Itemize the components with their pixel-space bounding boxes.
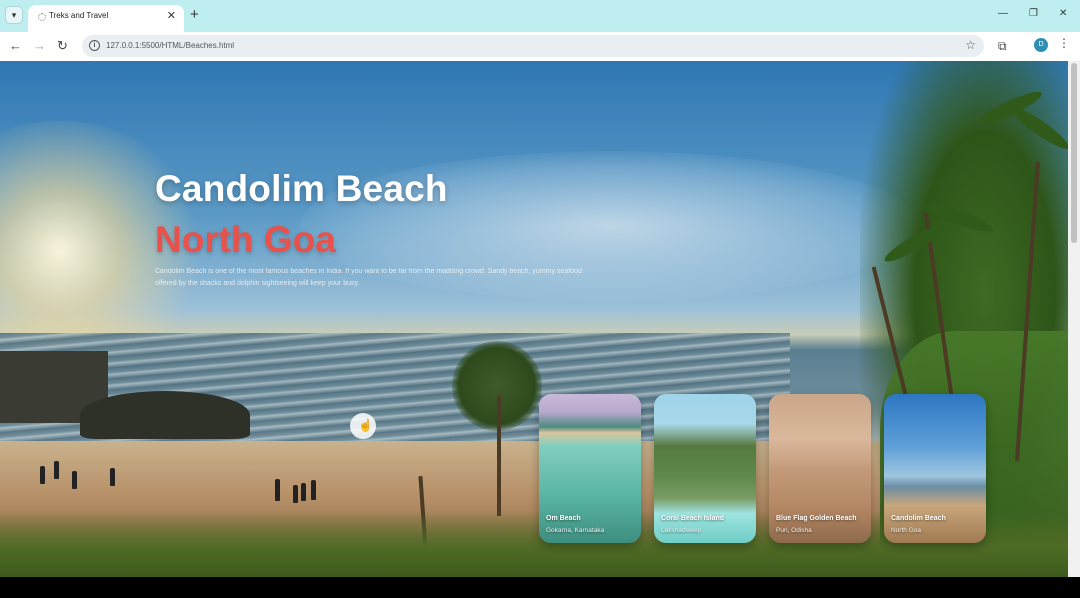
card-location: Gokarna, Karnataka <box>546 527 605 534</box>
page-title: Candolim Beach <box>155 168 448 209</box>
plus-icon[interactable]: + <box>190 6 199 24</box>
back-arrow-icon[interactable]: ← <box>9 38 22 54</box>
address-bar[interactable]: i 127.0.0.1:5500/HTML/Beaches.html ☆ <box>82 35 984 57</box>
hero-description: Candolim Beach is one of the most famous… <box>155 268 582 287</box>
person <box>40 466 45 484</box>
scrollbar-thumb[interactable] <box>1071 63 1077 243</box>
card-title: Candolim Beach <box>891 515 946 522</box>
avatar[interactable]: D <box>1034 38 1048 52</box>
kebab-icon[interactable]: ⋮ <box>1058 36 1070 50</box>
url-text[interactable]: 127.0.0.1:5500/HTML/Beaches.html <box>106 41 234 50</box>
tab-title: Treks and Travel <box>49 11 109 20</box>
browser-toolbar: ← → ↻ i 127.0.0.1:5500/HTML/Beaches.html… <box>0 32 1080 61</box>
info-icon[interactable]: i <box>89 40 100 51</box>
person <box>110 468 115 486</box>
destination-card-coral-beach[interactable]: Coral Beach Island Lakshadweep <box>654 394 756 543</box>
puzzle-icon[interactable]: ⧉ <box>998 39 1007 54</box>
destination-card-golden-beach[interactable]: Blue Flag Golden Beach Puri, Odisha <box>769 394 871 543</box>
person <box>275 479 280 501</box>
window-close-icon[interactable]: ✕ <box>1059 8 1067 19</box>
rocks <box>80 391 250 439</box>
reload-icon[interactable]: ↻ <box>57 38 68 54</box>
person <box>293 485 298 503</box>
tab-favicon-icon <box>38 13 46 21</box>
card-location: Puri, Odisha <box>776 527 812 534</box>
restore-icon[interactable]: ❐ <box>1029 8 1038 19</box>
star-icon[interactable]: ☆ <box>965 38 976 52</box>
close-icon[interactable]: ✕ <box>167 9 176 22</box>
browser-tab-bar: ▾ Treks and Travel ✕ + — ❐ ✕ <box>0 0 1080 32</box>
person <box>54 461 59 479</box>
card-title: Om Beach <box>546 515 581 522</box>
person <box>311 480 316 500</box>
card-title: Blue Flag Golden Beach <box>776 515 857 522</box>
card-location: Lakshadweep <box>661 527 702 534</box>
destination-card-candolim-beach[interactable]: Candolim Beach North Goa <box>884 394 986 543</box>
page-subtitle: North Goa <box>155 219 336 260</box>
person <box>301 483 306 501</box>
pointer-hand-icon: ☝ <box>358 418 373 432</box>
browser-tab[interactable]: Treks and Travel ✕ <box>28 5 184 32</box>
card-title: Coral Beach Island <box>661 515 725 522</box>
person <box>72 471 77 489</box>
bottom-bar <box>0 577 1080 598</box>
card-location: North Goa <box>891 527 921 534</box>
destination-card-om-beach[interactable]: Om Beach Gokarna, Karnataka <box>539 394 641 543</box>
hero-section: Candolim Beach North Goa Candolim Beach … <box>0 61 1068 577</box>
forward-arrow-icon[interactable]: → <box>33 38 46 54</box>
scrollbar[interactable] <box>1068 61 1080 577</box>
hero-text: Candolim Beach North Goa Candolim Beach … <box>155 168 655 290</box>
minimize-icon[interactable]: — <box>998 8 1008 19</box>
chevron-down-icon[interactable]: ▾ <box>5 6 23 24</box>
tree-trunk <box>497 396 501 516</box>
